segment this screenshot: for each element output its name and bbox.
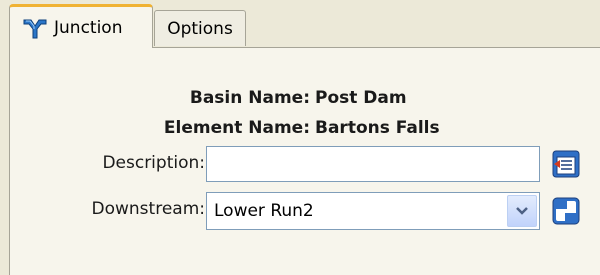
tab-junction-label: Junction xyxy=(54,17,123,38)
element-name-label: Element Name: xyxy=(163,118,310,138)
junction-panel: Basin Name: Post Dam Element Name: Barto… xyxy=(9,47,600,275)
tab-strip: Junction Options xyxy=(0,0,600,48)
edit-description-button[interactable] xyxy=(549,147,583,181)
downstream-selected-value: Lower Run2 xyxy=(214,201,314,221)
downstream-label: Downstream: xyxy=(91,199,205,219)
junction-icon xyxy=(23,19,47,38)
description-input[interactable] xyxy=(206,146,540,182)
tab-junction[interactable]: Junction xyxy=(9,4,153,48)
downstream-dropdown-button[interactable] xyxy=(507,195,537,227)
chevron-down-icon xyxy=(516,207,528,215)
element-name-value: Bartons Falls xyxy=(315,118,440,138)
tab-options-label: Options xyxy=(167,18,233,39)
basin-name-label: Basin Name: xyxy=(189,88,310,108)
tab-options[interactable]: Options xyxy=(154,10,246,46)
description-label: Description: xyxy=(102,153,205,173)
downstream-selector-button[interactable] xyxy=(549,194,583,228)
edit-description-icon xyxy=(552,150,580,178)
junction-editor-window: Junction Options Basin Name: Post Dam El… xyxy=(0,0,600,275)
downstream-select[interactable]: Lower Run2 xyxy=(206,192,540,230)
downstream-selector-icon xyxy=(552,197,580,225)
basin-name-value: Post Dam xyxy=(315,88,407,108)
